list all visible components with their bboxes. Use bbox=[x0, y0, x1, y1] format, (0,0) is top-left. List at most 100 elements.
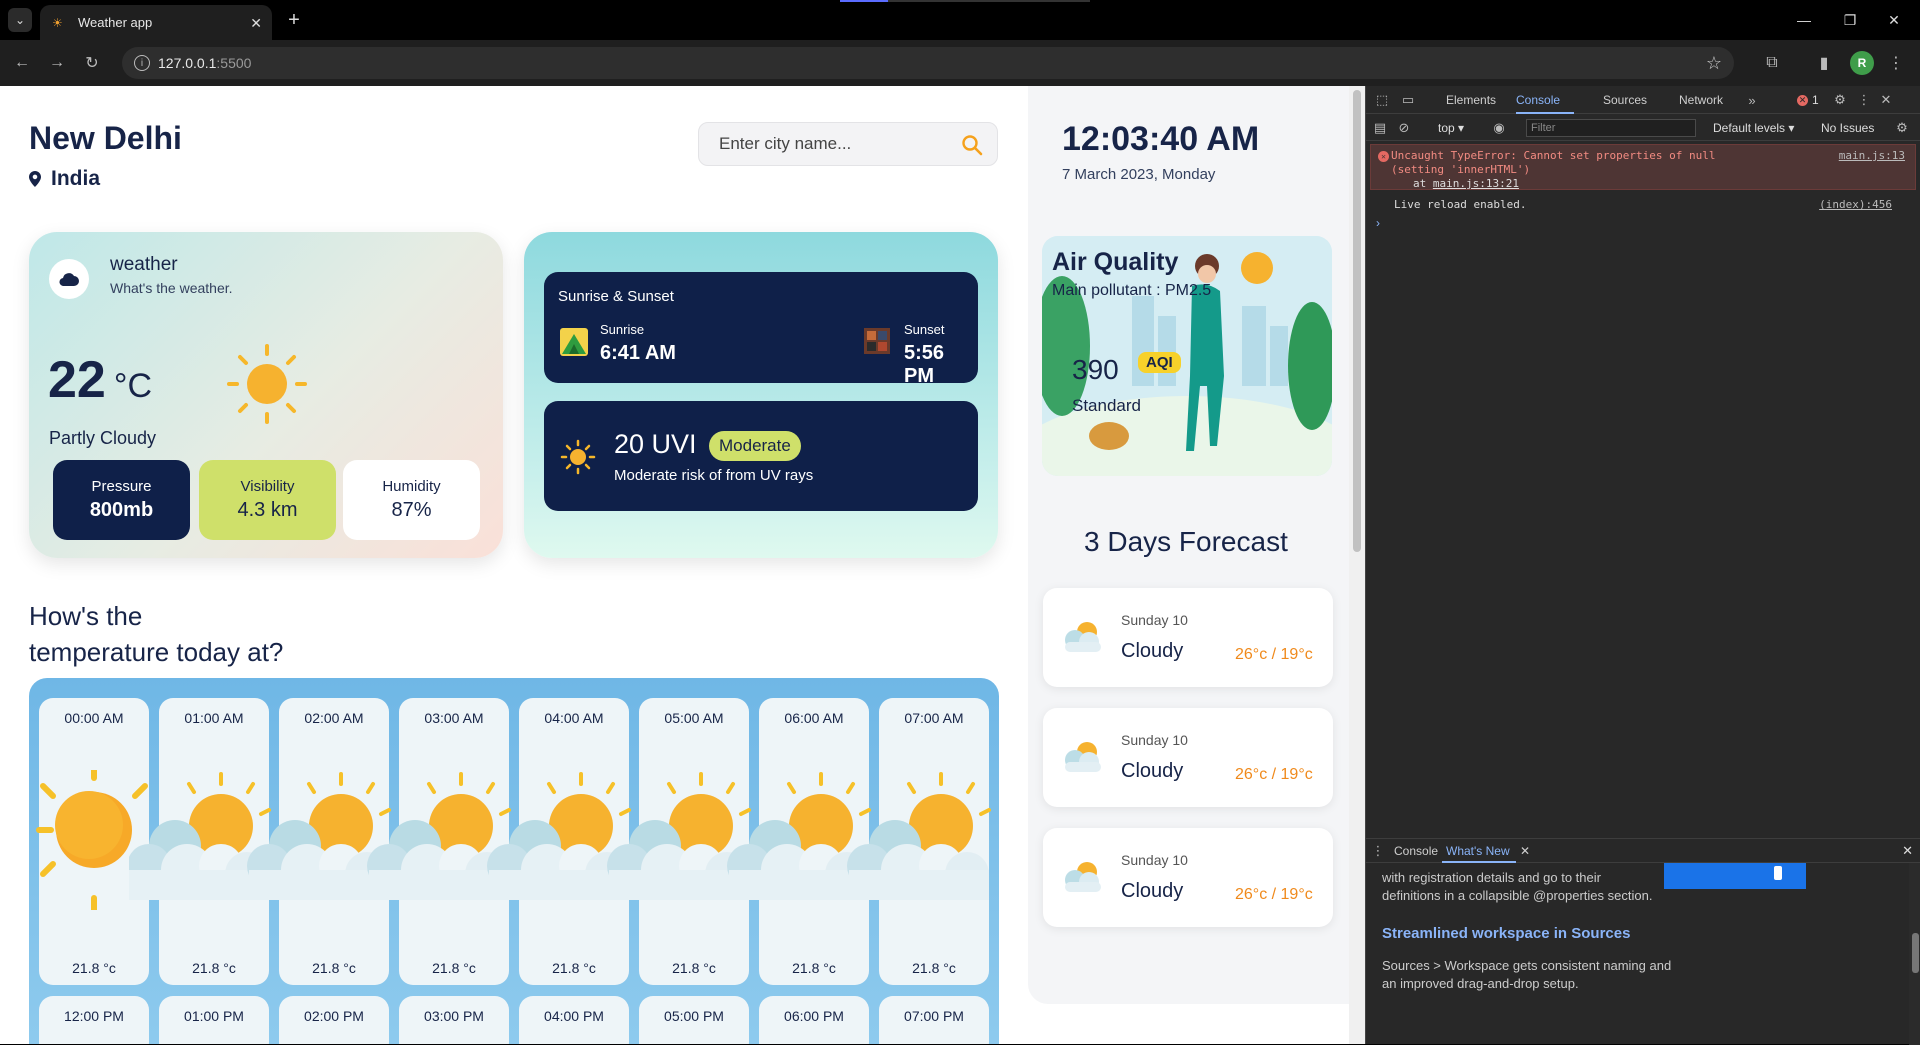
whats-new-text: with registration details and go to thei… bbox=[1382, 870, 1653, 903]
extensions-icon[interactable]: ⧉ bbox=[1760, 51, 1784, 75]
drawer-menu-icon[interactable]: ⋮ bbox=[1370, 843, 1386, 859]
temperature-value: 22 bbox=[48, 351, 106, 409]
close-window-icon[interactable]: ✕ bbox=[1876, 8, 1912, 32]
humidity-label: Humidity bbox=[382, 478, 441, 495]
visibility-label: Visibility bbox=[240, 478, 295, 495]
issues-counter[interactable]: No Issues bbox=[1821, 121, 1874, 135]
tab-console[interactable]: Console bbox=[1516, 93, 1560, 107]
hour-time: 01:00 AM bbox=[184, 710, 244, 726]
page-viewport: New Delhi India weather What's the weath… bbox=[0, 86, 1365, 1044]
more-tabs-icon[interactable]: » bbox=[1744, 92, 1760, 108]
site-info-icon[interactable]: i bbox=[134, 55, 150, 71]
console-filter-input[interactable]: Filter bbox=[1526, 119, 1696, 137]
whats-new-link[interactable]: Streamlined workspace in Sources bbox=[1382, 925, 1630, 942]
whats-new-thumbnail bbox=[1664, 863, 1806, 889]
console-settings-icon[interactable]: ⚙ bbox=[1894, 120, 1910, 136]
profile-avatar[interactable]: R bbox=[1850, 51, 1874, 75]
back-icon[interactable]: ← bbox=[10, 51, 34, 75]
error-icon: ✕ bbox=[1378, 151, 1389, 162]
tab-close-icon[interactable]: ✕ bbox=[250, 15, 262, 32]
active-tab-indicator bbox=[1516, 112, 1574, 114]
drawer-tab-whats-new[interactable]: What's New bbox=[1446, 844, 1510, 858]
sidebar-toggle-icon[interactable]: ▤ bbox=[1372, 120, 1388, 136]
minimize-icon[interactable]: — bbox=[1786, 8, 1822, 32]
console-prompt[interactable]: › bbox=[1376, 216, 1380, 230]
uv-index-box: 20 UVI Moderate Moderate risk of from UV… bbox=[544, 401, 978, 511]
error-message: Uncaught TypeError: Cannot set propertie… bbox=[1391, 149, 1716, 176]
menu-kebab-icon[interactable]: ⋮ bbox=[1884, 51, 1908, 75]
forecast-condition: Cloudy bbox=[1121, 760, 1184, 782]
hourly-title-line2: temperature today at? bbox=[29, 637, 284, 667]
hour-time: 05:00 AM bbox=[664, 710, 724, 726]
context-selector[interactable]: top ▾ bbox=[1438, 121, 1464, 135]
hour-temp: 21.8 °c bbox=[792, 960, 836, 976]
bookmark-star-icon[interactable]: ☆ bbox=[1706, 53, 1722, 74]
hour-time: 12:00 PM bbox=[64, 1008, 124, 1024]
pressure-tile: Pressure 800mb bbox=[53, 460, 190, 540]
restore-icon[interactable]: ❐ bbox=[1832, 8, 1868, 32]
error-stack: at main.js:13:21 bbox=[1413, 177, 1519, 190]
hour-temp: 21.8 °c bbox=[192, 960, 236, 976]
sunset-label: Sunset bbox=[904, 322, 945, 337]
error-counter[interactable]: ✕ 1 bbox=[1797, 93, 1819, 107]
new-tab-icon[interactable]: + bbox=[282, 8, 306, 32]
page-scrollbar-thumb[interactable] bbox=[1353, 90, 1361, 552]
forecast-card: Sunday 10 Cloudy 26°c / 19°c bbox=[1043, 588, 1333, 687]
log-levels-label: Default levels bbox=[1713, 121, 1786, 135]
humidity-value: 87% bbox=[391, 499, 432, 521]
drawer-tab-console[interactable]: Console bbox=[1394, 844, 1438, 858]
drawer-active-indicator bbox=[1442, 861, 1516, 863]
main-content: New Delhi India weather What's the weath… bbox=[0, 86, 1028, 1044]
country-name: India bbox=[51, 167, 101, 190]
error-count: 1 bbox=[1812, 93, 1819, 107]
city-search-input[interactable] bbox=[719, 134, 949, 154]
sun-icon bbox=[227, 344, 307, 424]
hour-time: 01:00 PM bbox=[184, 1008, 244, 1024]
forward-icon[interactable]: → bbox=[45, 51, 69, 75]
inspect-element-icon[interactable]: ⬚ bbox=[1374, 92, 1390, 108]
drawer-tab-close-icon[interactable]: ✕ bbox=[1520, 844, 1530, 858]
main-pollutant: Main pollutant : PM2.5 bbox=[1052, 282, 1212, 299]
close-drawer-icon[interactable]: ✕ bbox=[1902, 843, 1913, 859]
hour-time: 03:00 AM bbox=[424, 710, 484, 726]
drawer-scrollbar[interactable] bbox=[1909, 863, 1920, 1045]
hour-temp: 21.8 °c bbox=[432, 960, 476, 976]
search-icon[interactable] bbox=[961, 134, 983, 156]
tab-elements[interactable]: Elements bbox=[1446, 93, 1496, 107]
side-panel-icon[interactable]: ▮ bbox=[1812, 51, 1836, 75]
sunset-icon bbox=[864, 328, 890, 354]
browser-tab[interactable]: ☀ Weather app ✕ bbox=[40, 5, 272, 40]
clear-console-icon[interactable]: ⊘ bbox=[1396, 120, 1412, 136]
close-devtools-icon[interactable]: ✕ bbox=[1878, 92, 1894, 108]
forecast-title: 3 Days Forecast bbox=[1084, 526, 1288, 557]
forecast-temps: 26°c / 19°c bbox=[1235, 766, 1313, 783]
log-levels-dropdown[interactable]: Default levels ▾ bbox=[1713, 121, 1794, 135]
hourly-section-title: How's the temperature today at? bbox=[29, 598, 283, 670]
tab-network[interactable]: Network bbox=[1679, 93, 1723, 107]
hour-card: 12:00 PM bbox=[39, 996, 149, 1044]
tab-search-icon[interactable]: ⌄ bbox=[8, 8, 32, 32]
page-scrollbar[interactable] bbox=[1349, 86, 1365, 1044]
log-source-link[interactable]: (index):456 bbox=[1819, 198, 1892, 211]
reload-icon[interactable]: ↻ bbox=[80, 51, 104, 75]
current-time: 12:03:40 AM bbox=[1062, 120, 1260, 158]
city-name: New Delhi bbox=[29, 120, 182, 156]
hour-temp: 21.8 °c bbox=[552, 960, 596, 976]
error-stack-link[interactable]: main.js:13:21 bbox=[1433, 177, 1519, 190]
address-bar[interactable]: i 127.0.0.1:5500 ☆ bbox=[122, 47, 1734, 79]
uv-value: 20 UVI bbox=[614, 429, 697, 459]
error-source-link[interactable]: main.js:13 bbox=[1839, 149, 1905, 162]
hourly-forecast-panel[interactable]: 00:00 AM 21.8 °c 01:00 AM 21.8 °c 02:00 … bbox=[29, 678, 999, 1044]
devtools-menu-icon[interactable]: ⋮ bbox=[1856, 92, 1872, 108]
cloudy-icon bbox=[1065, 622, 1101, 652]
device-toolbar-icon[interactable]: ▭ bbox=[1400, 92, 1416, 108]
drawer-scrollbar-thumb[interactable] bbox=[1912, 933, 1919, 973]
tab-sources[interactable]: Sources bbox=[1603, 93, 1647, 107]
settings-gear-icon[interactable]: ⚙ bbox=[1832, 92, 1848, 108]
forecast-card: Sunday 10 Cloudy 26°c / 19°c bbox=[1043, 828, 1333, 927]
forecast-day: Sunday 10 bbox=[1121, 612, 1188, 628]
temperature-unit: °C bbox=[113, 367, 152, 405]
drawer-tabbar: ⋮ Console What's New ✕ ✕ bbox=[1366, 839, 1920, 863]
hour-card: 07:00 PM bbox=[879, 996, 989, 1044]
live-expression-eye-icon[interactable]: ◉ bbox=[1491, 120, 1507, 136]
